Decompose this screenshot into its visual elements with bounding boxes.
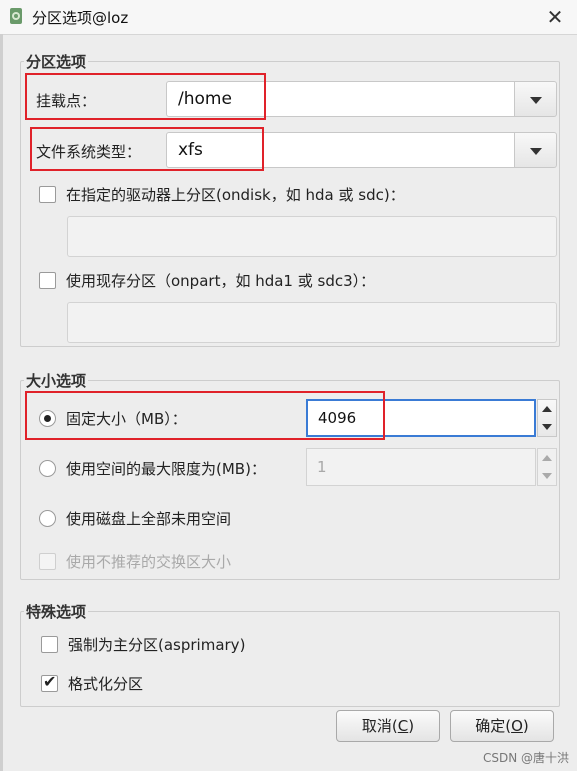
ondisk-label: 在指定的驱动器上分区(ondisk，如 hda 或 sdc)： bbox=[66, 186, 405, 204]
ok-mnemonic: O bbox=[511, 717, 523, 735]
fixed-size-label: 固定大小（MB）： bbox=[66, 410, 187, 428]
ondisk-input bbox=[67, 216, 557, 257]
partition-options-title: 分区选项 bbox=[24, 51, 89, 72]
close-icon[interactable]: ✕ bbox=[538, 2, 572, 32]
filesystem-type-combo[interactable]: xfs bbox=[166, 132, 515, 168]
swap-size-label: 使用不推荐的交换区大小 bbox=[66, 553, 232, 571]
fill-disk-radio[interactable] bbox=[39, 510, 56, 527]
window-title: 分区选项@loz bbox=[32, 9, 129, 27]
primary-partition-label: 强制为主分区(asprimary) bbox=[68, 636, 246, 654]
onpart-checkbox[interactable] bbox=[39, 272, 56, 289]
max-size-radio[interactable] bbox=[39, 460, 56, 477]
checkmark-icon: ✔ bbox=[43, 672, 57, 691]
ok-paren: ) bbox=[522, 717, 529, 735]
mount-point-combo[interactable]: /home bbox=[166, 81, 515, 117]
max-size-label: 使用空间的最大限度为(MB)： bbox=[66, 460, 266, 478]
app-icon bbox=[8, 7, 24, 25]
format-partition-label: 格式化分区 bbox=[68, 675, 144, 693]
special-options-title: 特殊选项 bbox=[24, 601, 89, 622]
arrow-down-icon[interactable] bbox=[542, 424, 552, 430]
cancel-paren: ) bbox=[408, 717, 415, 735]
cancel-button[interactable]: 取消(C) bbox=[336, 710, 440, 742]
fixed-size-radio[interactable] bbox=[39, 410, 56, 427]
filesystem-type-label: 文件系统类型： bbox=[36, 143, 142, 161]
onpart-label: 使用现存分区（onpart，如 hda1 或 sdc3）： bbox=[66, 272, 376, 290]
mount-point-label: 挂载点： bbox=[36, 92, 97, 110]
fixed-size-stepper[interactable] bbox=[537, 399, 557, 437]
fixed-size-spinbox[interactable]: 4096 bbox=[306, 399, 536, 437]
arrow-up-icon[interactable] bbox=[542, 406, 552, 412]
max-size-stepper bbox=[537, 448, 557, 486]
swap-size-checkbox bbox=[39, 553, 56, 570]
max-size-spinbox: 1 bbox=[306, 448, 536, 486]
fill-disk-label: 使用磁盘上全部未用空间 bbox=[66, 510, 232, 528]
ok-button-label: 确定( bbox=[475, 717, 512, 735]
chevron-down-icon[interactable] bbox=[515, 81, 557, 117]
radio-selected-dot bbox=[44, 415, 51, 422]
watermark: CSDN @唐十洪 bbox=[482, 751, 569, 765]
window-edge bbox=[0, 34, 3, 771]
arrow-up-icon bbox=[542, 455, 552, 461]
onpart-input bbox=[67, 302, 557, 343]
cancel-button-label: 取消( bbox=[361, 717, 398, 735]
format-partition-checkbox[interactable]: ✔ bbox=[41, 672, 58, 692]
ondisk-checkbox[interactable] bbox=[39, 186, 56, 203]
ok-button[interactable]: 确定(O) bbox=[450, 710, 554, 742]
chevron-down-icon[interactable] bbox=[515, 132, 557, 168]
size-options-title: 大小选项 bbox=[24, 370, 89, 391]
primary-partition-checkbox[interactable] bbox=[41, 636, 58, 653]
cancel-mnemonic: C bbox=[397, 717, 409, 735]
arrow-down-icon bbox=[542, 473, 552, 479]
